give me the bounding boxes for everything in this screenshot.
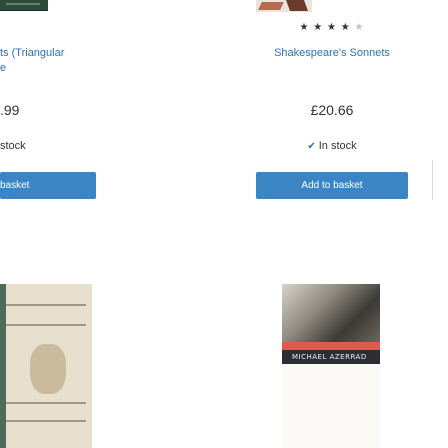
star-rating: ★ ★ ★ ★ ★	[256, 22, 408, 33]
product-grid-page: ts (Triangular e .99 stock basket ★ ★ ★ …	[0, 0, 448, 448]
cover-author-text: MICHAEL AZERRAD	[282, 350, 380, 364]
product-price: £20.66	[310, 102, 354, 118]
star-icon: ★	[299, 22, 310, 33]
cover-art	[282, 342, 380, 350]
star-icon: ★	[313, 22, 324, 33]
star-icon: ★	[340, 22, 351, 33]
button-label: basket	[0, 180, 30, 191]
cover-art	[30, 344, 66, 394]
book-cover-image[interactable]	[0, 284, 92, 448]
product-title-line[interactable]: e	[0, 61, 64, 76]
add-to-basket-button[interactable]: Add to basket	[256, 172, 408, 199]
cover-art	[282, 364, 380, 448]
cover-art	[6, 420, 86, 422]
checkmark-icon: ✔	[307, 141, 316, 152]
book-cover-image[interactable]	[0, 0, 48, 11]
star-empty-icon: ★	[354, 22, 365, 33]
book-cover-image[interactable]	[256, 0, 312, 12]
cover-art	[282, 284, 380, 342]
product-price: .99	[0, 102, 20, 118]
stock-status: stock	[0, 140, 26, 152]
product-title-line[interactable]: ts (Triangular	[0, 46, 64, 61]
cover-art	[6, 402, 86, 404]
cover-art	[258, 2, 284, 10]
cover-art	[0, 284, 6, 448]
add-to-basket-button[interactable]: basket	[0, 172, 96, 199]
column-divider	[432, 160, 433, 200]
book-cover-image[interactable]: MICHAEL AZERRAD	[282, 284, 380, 448]
product-title-link[interactable]: ts (Triangular e	[0, 46, 64, 76]
cover-art	[285, 0, 309, 11]
cover-art	[6, 304, 86, 306]
cover-art	[6, 3, 40, 5]
stock-status: ✔ In stock	[256, 140, 408, 152]
stock-label: In stock	[318, 140, 357, 152]
star-icon: ★	[327, 22, 337, 33]
product-title-link[interactable]: Shakespeare's Sonnets	[256, 46, 408, 61]
cover-art	[6, 324, 86, 326]
